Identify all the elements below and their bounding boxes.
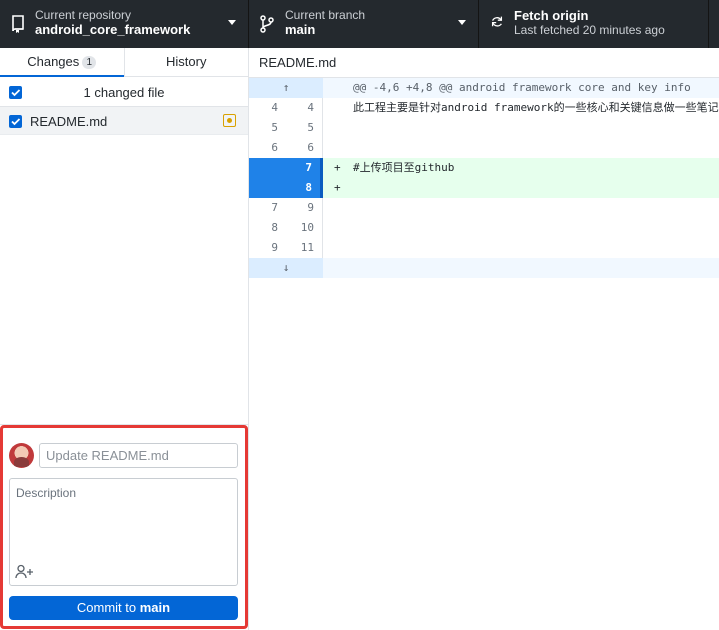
- sync-icon: [491, 16, 503, 27]
- diff-lines: 4 4 此工程主要是针对android framework的一些核心和关键信息做一些…: [249, 98, 719, 258]
- diff-added-line[interactable]: 8 +: [249, 178, 719, 198]
- add-coauthor-icon[interactable]: [15, 564, 35, 579]
- chevron-down-icon: [458, 20, 466, 25]
- diff-context-line[interactable]: 55: [249, 118, 719, 138]
- old-line-number: 7: [271, 201, 278, 214]
- branch-name: main: [285, 22, 316, 37]
- old-line-number: [249, 178, 286, 198]
- expand-up-icon[interactable]: ↑: [249, 78, 323, 98]
- avatar: [9, 443, 34, 468]
- tab-changes[interactable]: Changes 1: [0, 48, 125, 77]
- branch-caption: Current branch: [285, 8, 366, 22]
- changed-files-count: 1 changed file: [83, 85, 165, 100]
- current-branch-button[interactable]: Current branch main: [249, 0, 479, 48]
- commit-message-area: Update README.md Description Commit to m…: [0, 424, 248, 630]
- chevron-down-icon: [228, 20, 236, 25]
- new-line-number: 9: [286, 198, 323, 218]
- repository-name: android_core_framework: [35, 22, 191, 37]
- commit-button[interactable]: Commit to main: [9, 596, 238, 620]
- diff-line-prefix: +: [334, 181, 341, 194]
- changed-file-row[interactable]: README.md: [0, 107, 248, 135]
- commit-button-prefix: Commit to: [76, 600, 137, 615]
- new-line-number: 6: [286, 138, 323, 158]
- tab-changes-label: Changes: [27, 54, 80, 69]
- description-placeholder: Description: [16, 486, 77, 500]
- diff-added-line[interactable]: 7 + #上传项目至github: [249, 158, 719, 178]
- commit-description-field[interactable]: Description: [9, 478, 238, 586]
- diff-context-line[interactable]: 66: [249, 138, 719, 158]
- repository-icon: [12, 15, 24, 33]
- sidebar-tabs: Changes 1 History: [0, 48, 248, 77]
- diff-panel: README.md ↑ @@ -4,6 +4,8 @@ android fram…: [249, 48, 719, 630]
- tab-history-label: History: [166, 54, 207, 69]
- app-toolbar: Current repository android_core_framewor…: [0, 0, 719, 48]
- current-repository-button[interactable]: Current repository android_core_framewor…: [0, 0, 249, 48]
- hunk-header-text: @@ -4,6 +4,8 @@ android framework core a…: [353, 81, 691, 94]
- old-line-number: [249, 158, 286, 178]
- diff-context-line[interactable]: 8 10: [249, 218, 719, 238]
- fetch-origin-button[interactable]: Fetch origin Last fetched 20 minutes ago: [479, 0, 709, 48]
- commit-button-branch: main: [139, 600, 171, 615]
- checkmark-icon: [11, 118, 21, 126]
- old-line-number: 6: [271, 141, 278, 154]
- tab-history[interactable]: History: [125, 48, 249, 76]
- fetch-subtitle: Last fetched 20 minutes ago: [514, 23, 665, 37]
- branch-icon: [260, 15, 274, 33]
- old-line-number: 4: [271, 101, 278, 114]
- diff-line-prefix: +: [334, 161, 341, 174]
- hunk-header-row: ↑ @@ -4,6 +4,8 @@ android framework core…: [249, 78, 719, 98]
- diff-line-text: #上传项目至github: [353, 161, 455, 174]
- repository-caption: Current repository: [35, 8, 132, 22]
- fetch-title: Fetch origin: [514, 8, 589, 23]
- old-line-number: 5: [271, 121, 278, 134]
- new-line-number: 8: [286, 178, 323, 198]
- diff-context-line[interactable]: 4 4 此工程主要是针对android framework的一些核心和关键信息做一些…: [249, 98, 719, 118]
- new-line-number: 4: [286, 98, 323, 118]
- diff-context-line[interactable]: 79: [249, 198, 719, 218]
- old-line-number: 9: [271, 241, 278, 254]
- changed-file-name: README.md: [30, 114, 108, 129]
- new-line-number: 7: [286, 158, 323, 178]
- commit-summary-input[interactable]: Update README.md: [39, 443, 238, 468]
- new-line-number: 5: [286, 118, 323, 138]
- file-modified-icon: [223, 114, 236, 127]
- file-include-checkbox[interactable]: [9, 115, 22, 128]
- expand-down-icon[interactable]: ↓: [249, 258, 323, 278]
- changes-list-header: 1 changed file: [0, 77, 248, 107]
- new-line-number: 11: [286, 238, 323, 258]
- changes-sidebar: Changes 1 History 1 changed file README.m…: [0, 48, 249, 630]
- old-line-number: 8: [271, 221, 278, 234]
- new-line-number: 10: [286, 218, 323, 238]
- diff-content: ↑ @@ -4,6 +4,8 @@ android framework core…: [249, 78, 719, 278]
- hunk-footer-row: ↓: [249, 258, 719, 278]
- changes-count-badge: 1: [82, 56, 97, 69]
- diff-line-text: 此工程主要是针对android framework的一些核心和关键信息做一些笔记…: [353, 101, 719, 114]
- diff-context-line[interactable]: 9 11: [249, 238, 719, 258]
- diff-file-header: README.md: [249, 48, 719, 78]
